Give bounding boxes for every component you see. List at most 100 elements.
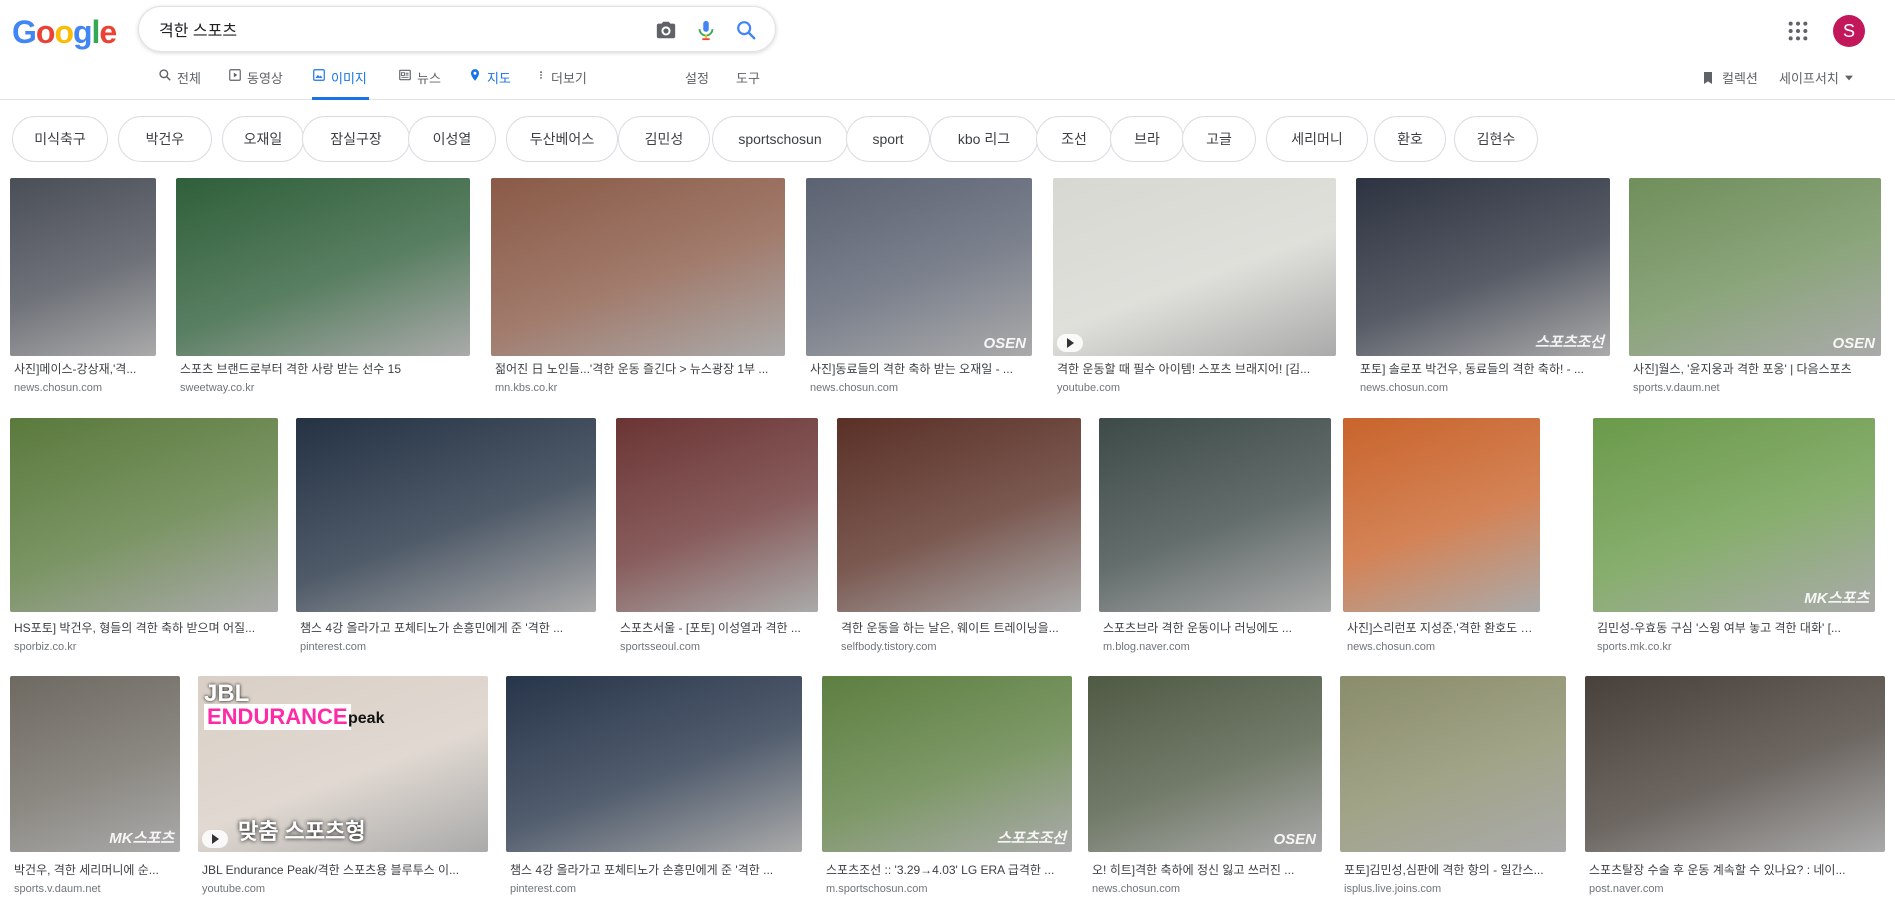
tab-videos[interactable]: 동영상 [228,62,283,100]
peak-text: peak [348,710,385,727]
result-thumbnail[interactable]: OSEN [806,178,1032,356]
result-source[interactable]: pinterest.com [510,882,800,896]
chip[interactable]: 세리머니 [1266,116,1368,162]
tab-settings[interactable]: 설정 [685,62,709,100]
result-thumbnail[interactable] [1343,418,1540,612]
result-source[interactable]: youtube.com [1057,381,1334,395]
result-title[interactable]: JBL Endurance Peak/격한 스포츠용 블루투스 이... [202,863,486,878]
result-source[interactable]: mn.kbs.co.kr [495,381,783,395]
result-thumbnail[interactable] [1585,676,1885,852]
result-title[interactable]: 젊어진 日 노인들...'격한 운동 즐긴다 > 뉴스광장 1부 ... [495,362,783,377]
result-source[interactable]: sports.v.daum.net [14,882,178,896]
result-thumbnail[interactable] [491,178,785,356]
apps-grid-icon[interactable] [1787,20,1809,42]
result-title[interactable]: 스포츠조선 :: '3.29→4.03' LG ERA 급격한 ... [826,863,1070,878]
result-title[interactable]: HS포토] 박건우, 형들의 격한 축하 받으며 어질... [14,621,276,636]
result-thumbnail[interactable]: MK스포츠 [1593,418,1875,612]
result-source[interactable]: selfbody.tistory.com [841,640,1079,654]
google-logo[interactable]: Google [12,14,117,51]
play-icon [1057,334,1083,352]
avatar[interactable]: S [1833,15,1865,47]
chip[interactable]: 잠실구장 [302,116,410,162]
result-source[interactable]: news.chosun.com [1092,882,1320,896]
result-title[interactable]: 사진]메이스-강상재,'격... [14,362,154,377]
result-source[interactable]: youtube.com [202,882,486,896]
result-thumbnail[interactable] [506,676,802,852]
search-input[interactable] [159,17,639,41]
result-thumbnail[interactable]: 스포츠조선 [1356,178,1610,356]
result-title[interactable]: 김민성-우효동 구심 '스윙 여부 놓고 격한 대화' [... [1597,621,1873,636]
result-thumbnail[interactable]: JBL ENDURANCE peak 맞춤 스포츠형 [198,676,488,852]
result-source[interactable]: sportsseoul.com [620,640,816,654]
result-source[interactable]: news.chosun.com [14,381,154,395]
result-source[interactable]: sports.mk.co.kr [1597,640,1873,654]
result-thumbnail[interactable] [1099,418,1331,612]
result-source[interactable]: pinterest.com [300,640,594,654]
chip[interactable]: 김민성 [618,116,710,162]
tab-tools[interactable]: 도구 [736,62,760,100]
result-thumbnail[interactable] [10,418,278,612]
result-thumbnail[interactable] [837,418,1081,612]
result-source[interactable]: news.chosun.com [810,381,1030,395]
result-title[interactable]: 박건우, 격한 세리머니에 순... [14,863,178,878]
tab-maps[interactable]: 지도 [468,62,511,100]
result-thumbnail[interactable] [616,418,818,612]
result-source[interactable]: news.chosun.com [1360,381,1608,395]
chip[interactable]: sportschosun [712,116,848,162]
result-thumbnail[interactable] [1053,178,1336,356]
result-thumbnail[interactable] [296,418,596,612]
result-source[interactable]: sweetway.co.kr [180,381,468,395]
tab-more[interactable]: 더보기 [536,62,587,100]
chip[interactable]: 브라 [1110,116,1184,162]
result-source[interactable]: news.chosun.com [1347,640,1538,654]
result-title[interactable]: 사진]월스, '윤지웅과 격한 포옹' | 다음스포츠 [1633,362,1879,377]
chip[interactable]: 김현수 [1454,116,1538,162]
result-title[interactable]: 스포츠브라 격한 운동이나 러닝에도 ... [1103,621,1329,636]
chip[interactable]: 고글 [1182,116,1256,162]
result-title[interactable]: 스포츠 브랜드로부터 격한 사랑 받는 선수 15 [180,362,468,377]
result-title[interactable]: 챔스 4강 올라가고 포체티노가 손흥민에게 준 '격한 ... [300,621,594,636]
result-thumbnail[interactable]: OSEN [1629,178,1881,356]
tab-all[interactable]: 전체 [158,62,201,100]
result-source[interactable]: m.blog.naver.com [1103,640,1329,654]
result-title[interactable]: 사진]스리런포 지성준,'격한 환호도 오케... [1347,621,1538,636]
result-thumbnail[interactable]: OSEN [1088,676,1322,852]
result-thumbnail[interactable] [1340,676,1566,852]
result-source[interactable]: m.sportschosun.com [826,882,1070,896]
chip[interactable]: 박건우 [118,116,212,162]
microphone-icon[interactable] [695,19,717,41]
result-title[interactable]: 포토]김민성,심판에 격한 항의 - 일간스... [1344,863,1564,878]
chip[interactable]: 조선 [1036,116,1112,162]
result-title[interactable]: 포토] 솔로포 박건우, 동료들의 격한 축하! - ... [1360,362,1608,377]
tab-news[interactable]: 뉴스 [398,62,441,100]
result-thumbnail[interactable] [176,178,470,356]
endurance-text: ENDURANCE [204,704,351,730]
result-source[interactable]: isplus.live.joins.com [1344,882,1564,896]
chip[interactable]: 오재일 [222,116,304,162]
tab-images[interactable]: 이미지 [312,62,369,100]
result-title[interactable]: 사진]동료들의 격한 축하 받는 오재일 - ... [810,362,1030,377]
camera-icon[interactable] [655,19,677,41]
result-thumbnail[interactable] [10,178,156,356]
chip[interactable]: 미식축구 [12,116,108,162]
safesearch-button[interactable]: 세이프서치 [1779,68,1853,87]
result-thumbnail[interactable]: 스포츠조선 [822,676,1072,852]
result-title[interactable]: 스포츠탈장 수술 후 운동 계속할 수 있나요? : 네이... [1589,863,1883,878]
result-source[interactable]: sports.v.daum.net [1633,381,1879,395]
result-title[interactable]: 챔스 4강 올라가고 포체티노가 손흥민에게 준 '격한 ... [510,863,800,878]
result-title[interactable]: 오! 히트]격한 축하에 정신 잃고 쓰러진 ... [1092,863,1320,878]
chip[interactable]: 환호 [1374,116,1446,162]
chip[interactable]: sport [846,116,930,162]
result-title[interactable]: 격한 운동할 때 필수 아이템! 스포츠 브래지어! [김... [1057,362,1334,377]
result-title[interactable]: 격한 운동을 하는 날은, 웨이트 트레이닝을... [841,621,1079,636]
chip[interactable]: 두산베어스 [506,116,618,162]
result-title[interactable]: 스포츠서울 - [포토] 이성열과 격한 ... [620,621,816,636]
result-thumbnail[interactable]: MK스포츠 [10,676,180,852]
watermark-badge: 스포츠조선 [1534,334,1604,351]
search-icon[interactable] [735,19,757,41]
chip[interactable]: kbo 리그 [930,116,1038,162]
chip[interactable]: 이성열 [408,116,496,162]
result-source[interactable]: post.naver.com [1589,882,1883,896]
collections-button[interactable]: 컬렉션 [1700,68,1758,87]
result-source[interactable]: sporbiz.co.kr [14,640,276,654]
